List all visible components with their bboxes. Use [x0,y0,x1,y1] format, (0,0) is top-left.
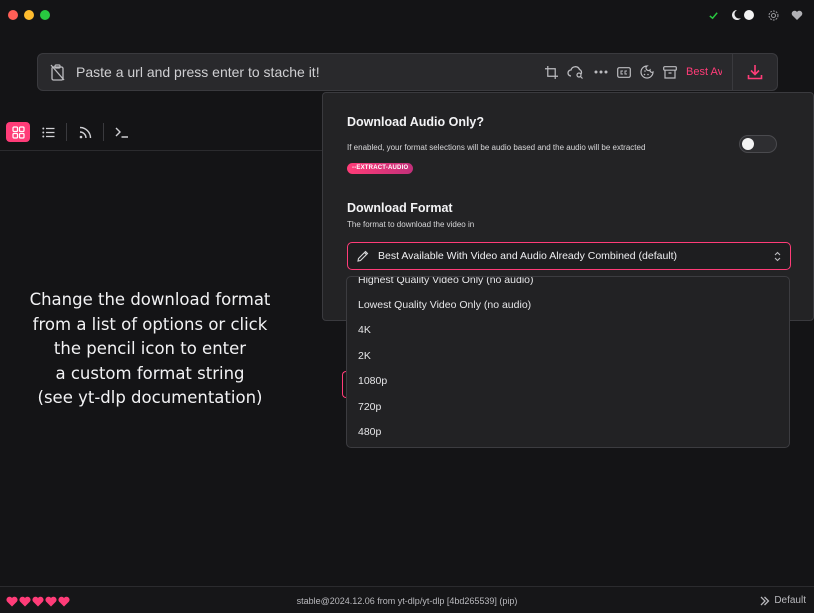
maximize-window-button[interactable] [40,10,50,20]
close-window-button[interactable] [8,10,18,20]
format-indicator[interactable]: Best Av [686,66,722,78]
format-options-list: Highest Quality Video Only (no audio) Lo… [346,276,790,448]
chevron-right-icon [760,596,770,605]
audio-only-description: If enabled, your format selections will … [347,143,646,152]
check-icon [706,8,720,22]
download-format-title: Download Format [347,201,453,215]
extract-audio-badge: --EXTRACT-AUDIO [347,163,414,174]
grid-view-icon [11,125,25,139]
caption-line: the pencil icon to enter [53,339,247,358]
version-info: stable@2024.12.06 from yt-dlp/yt-dlp [4b… [296,596,518,606]
format-option[interactable]: Lowest Quality Video Only (no audio) [358,299,531,311]
view-toolbar [6,122,134,142]
divider [0,150,322,151]
url-input[interactable] [76,54,544,90]
rss-button[interactable] [73,122,97,142]
format-option[interactable]: 4K [358,324,371,336]
format-option[interactable]: 1080p [358,375,387,387]
format-option[interactable]: 2K [358,350,371,362]
clipboard-icon[interactable] [38,63,76,81]
url-bar: Best Av [37,53,778,91]
list-view-button[interactable] [36,122,60,142]
download-format-description: The format to download the video in [347,220,475,229]
profile-selector[interactable]: Default [760,595,806,606]
more-icon[interactable] [594,65,608,79]
format-option[interactable]: 720p [358,401,381,413]
audio-only-title: Download Audio Only? [347,115,485,129]
audio-only-toggle[interactable] [739,135,777,153]
url-tools: Best Av [544,65,722,79]
format-option[interactable]: 480p [358,426,381,438]
status-bar: stable@2024.12.06 from yt-dlp/yt-dlp [4b… [0,586,814,613]
terminal-icon [115,127,128,138]
header-actions [706,8,804,22]
download-button[interactable] [733,54,777,90]
chevron-up-down-icon [772,249,782,263]
tutorial-caption: Change the download format from a list o… [10,288,290,411]
archive-icon[interactable] [663,65,677,79]
profile-label: Default [774,595,806,606]
pencil-icon[interactable] [356,249,370,263]
caption-line: from a list of options or click [32,314,268,334]
crop-icon[interactable] [544,65,558,79]
caption-line: (see yt-dlp documentation) [37,388,263,407]
divider [66,123,67,141]
caption-line: Change the download format [29,290,271,309]
cookie-icon[interactable] [640,65,654,79]
gear-icon[interactable] [766,8,780,22]
toggle-knob [742,138,754,150]
format-option[interactable]: Highest Quality Video Only (no audio) [358,277,534,286]
download-icon [747,65,763,80]
theme-toggle-icon[interactable] [730,8,756,22]
cloud-search-icon[interactable] [567,65,585,79]
format-select-value: Best Available With Video and Audio Alre… [378,250,678,262]
divider [103,123,104,141]
captions-icon[interactable] [617,65,631,79]
window-controls [8,10,50,20]
terminal-button[interactable] [110,122,134,142]
format-select[interactable]: Best Available With Video and Audio Alre… [347,242,791,270]
minimize-window-button[interactable] [24,10,34,20]
list-view-icon [41,127,54,137]
grid-view-button[interactable] [6,122,30,142]
caption-line: a custom format string [55,363,245,383]
heart-icon[interactable] [790,8,804,22]
rss-icon [79,126,91,138]
